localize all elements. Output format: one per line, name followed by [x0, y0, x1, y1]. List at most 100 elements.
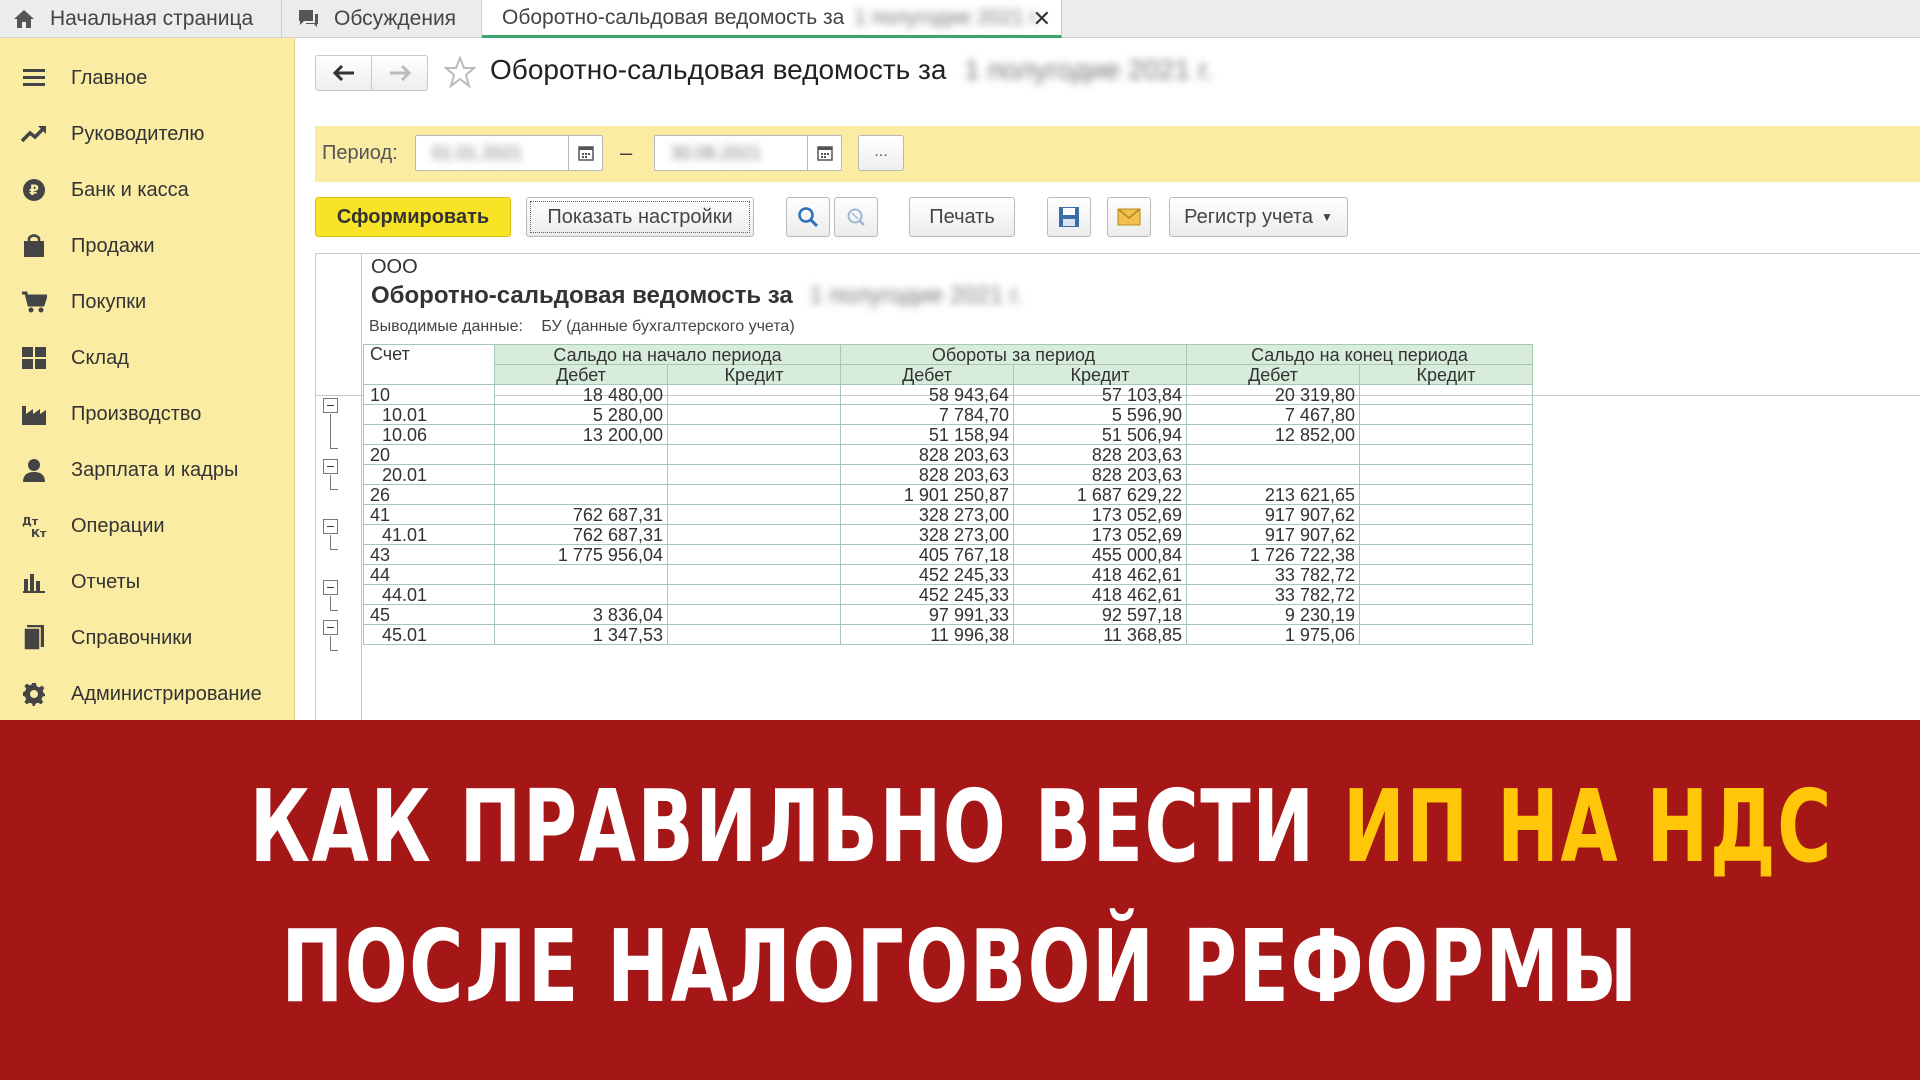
opening-debit-cell[interactable] [494, 564, 668, 585]
closing-debit-cell[interactable]: 917 907,62 [1186, 524, 1360, 545]
table-row[interactable]: 45.01 1 347,53 11 996,38 11 368,85 1 975,06 [363, 624, 1533, 645]
opening-credit-cell[interactable] [667, 384, 841, 405]
opening-credit-cell[interactable] [667, 464, 841, 485]
sidebar-item-purchases[interactable]: Покупки [0, 274, 295, 330]
account-cell[interactable]: 20.01 [363, 464, 495, 485]
opening-credit-cell[interactable] [667, 604, 841, 625]
turnover-credit-cell[interactable]: 11 368,85 [1013, 624, 1187, 645]
favorite-star-icon[interactable] [443, 55, 477, 93]
closing-credit-cell[interactable] [1359, 424, 1533, 445]
turnover-debit-cell[interactable]: 828 203,63 [840, 444, 1014, 465]
closing-debit-cell[interactable] [1186, 444, 1360, 465]
turnover-credit-cell[interactable]: 51 506,94 [1013, 424, 1187, 445]
collapse-toggle-icon[interactable] [323, 458, 338, 474]
register-dropdown[interactable]: Регистр учета ▼ [1169, 197, 1348, 237]
account-cell[interactable]: 10.06 [363, 424, 495, 445]
turnover-debit-cell[interactable]: 452 245,33 [840, 584, 1014, 605]
collapse-toggle-icon[interactable] [323, 620, 338, 636]
account-cell[interactable]: 10 [363, 384, 495, 405]
tab-home[interactable]: Начальная страница [0, 0, 282, 38]
opening-credit-cell[interactable] [667, 444, 841, 465]
calendar-icon[interactable] [807, 136, 841, 170]
closing-debit-cell[interactable]: 213 621,65 [1186, 484, 1360, 505]
generate-button[interactable]: Сформировать [315, 197, 511, 237]
turnover-debit-cell[interactable]: 97 991,33 [840, 604, 1014, 625]
collapse-toggle-icon[interactable] [323, 519, 338, 535]
opening-credit-cell[interactable] [667, 584, 841, 605]
turnover-credit-cell[interactable]: 173 052,69 [1013, 504, 1187, 525]
opening-debit-cell[interactable]: 762 687,31 [494, 524, 668, 545]
date-from-field[interactable]: 01.01.2021 [415, 135, 603, 171]
table-row[interactable]: 44.01 452 245,33 418 462,61 33 782,72 [363, 584, 1533, 605]
table-row[interactable]: 20 828 203,63 828 203,63 [363, 444, 1533, 465]
closing-credit-cell[interactable] [1359, 524, 1533, 545]
opening-debit-cell[interactable] [494, 584, 668, 605]
closing-credit-cell[interactable] [1359, 544, 1533, 565]
cancel-search-button[interactable] [834, 197, 878, 237]
closing-credit-cell[interactable] [1359, 444, 1533, 465]
account-cell[interactable]: 41 [363, 504, 495, 525]
collapse-toggle-icon[interactable] [323, 398, 338, 413]
table-row[interactable]: 10.06 13 200,00 51 158,94 51 506,94 12 852,0… [363, 424, 1533, 445]
account-cell[interactable]: 44 [363, 564, 495, 585]
closing-credit-cell[interactable] [1359, 384, 1533, 405]
closing-debit-cell[interactable]: 20 319,80 [1186, 384, 1360, 405]
opening-credit-cell[interactable] [667, 564, 841, 585]
opening-credit-cell[interactable] [667, 624, 841, 645]
opening-debit-cell[interactable]: 18 480,00 [494, 384, 668, 405]
turnover-credit-cell[interactable]: 92 597,18 [1013, 604, 1187, 625]
opening-debit-cell[interactable]: 13 200,00 [494, 424, 668, 445]
sidebar-item-bank[interactable]: ₽ Банк и касса [0, 162, 295, 218]
table-row[interactable]: 26 1 901 250,87 1 687 629,22 213 621,65 [363, 484, 1533, 505]
closing-debit-cell[interactable]: 1 726 722,38 [1186, 544, 1360, 565]
account-cell[interactable]: 44.01 [363, 584, 495, 605]
sidebar-item-main[interactable]: Главное [0, 50, 295, 106]
turnover-credit-cell[interactable]: 5 596,90 [1013, 404, 1187, 425]
turnover-debit-cell[interactable]: 11 996,38 [840, 624, 1014, 645]
tab-discussions[interactable]: Обсуждения [282, 0, 482, 38]
opening-debit-cell[interactable] [494, 484, 668, 505]
sidebar-item-operations[interactable]: Дт Кт Операции [0, 498, 295, 554]
turnover-credit-cell[interactable]: 828 203,63 [1013, 444, 1187, 465]
opening-debit-cell[interactable]: 1 775 956,04 [494, 544, 668, 565]
table-row[interactable]: 41.01 762 687,31 328 273,00 173 052,69 917 9… [363, 524, 1533, 545]
closing-debit-cell[interactable]: 12 852,00 [1186, 424, 1360, 445]
collapse-toggle-icon[interactable] [323, 579, 338, 595]
account-cell[interactable]: 41.01 [363, 524, 495, 545]
account-cell[interactable]: 10.01 [363, 404, 495, 425]
forward-button[interactable] [371, 56, 427, 90]
turnover-debit-cell[interactable]: 405 767,18 [840, 544, 1014, 565]
opening-credit-cell[interactable] [667, 524, 841, 545]
opening-debit-cell[interactable]: 762 687,31 [494, 504, 668, 525]
turnover-credit-cell[interactable]: 173 052,69 [1013, 524, 1187, 545]
table-row[interactable]: 10 18 480,00 58 943,64 57 103,84 20 319,80 [363, 384, 1533, 405]
turnover-credit-cell[interactable]: 418 462,61 [1013, 564, 1187, 585]
table-row[interactable]: 44 452 245,33 418 462,61 33 782,72 [363, 564, 1533, 585]
account-cell[interactable]: 45.01 [363, 624, 495, 645]
closing-credit-cell[interactable] [1359, 584, 1533, 605]
send-email-button[interactable] [1107, 197, 1151, 237]
sidebar-item-manager[interactable]: Руководителю [0, 106, 295, 162]
tab-report[interactable]: Оборотно-сальдовая ведомость за 1 полуго… [482, 0, 1062, 38]
closing-debit-cell[interactable]: 917 907,62 [1186, 504, 1360, 525]
opening-debit-cell[interactable] [494, 464, 668, 485]
calendar-icon[interactable] [568, 136, 602, 170]
opening-debit-cell[interactable]: 5 280,00 [494, 404, 668, 425]
table-row[interactable]: 10.01 5 280,00 7 784,70 5 596,90 7 467,80 [363, 404, 1533, 425]
account-cell[interactable]: 43 [363, 544, 495, 565]
turnover-credit-cell[interactable]: 57 103,84 [1013, 384, 1187, 405]
date-to-field[interactable]: 30.06.2021 [654, 135, 842, 171]
opening-credit-cell[interactable] [667, 504, 841, 525]
turnover-debit-cell[interactable]: 452 245,33 [840, 564, 1014, 585]
table-row[interactable]: 41 762 687,31 328 273,00 173 052,69 917 907,… [363, 504, 1533, 525]
closing-credit-cell[interactable] [1359, 404, 1533, 425]
sidebar-item-salary[interactable]: Зарплата и кадры [0, 442, 295, 498]
report-area[interactable]: ООО Оборотно-сальдовая ведомость за 1 по… [315, 253, 1920, 720]
table-row[interactable]: 20.01 828 203,63 828 203,63 [363, 464, 1533, 485]
closing-debit-cell[interactable]: 33 782,72 [1186, 584, 1360, 605]
turnover-credit-cell[interactable]: 418 462,61 [1013, 584, 1187, 605]
turnover-debit-cell[interactable]: 58 943,64 [840, 384, 1014, 405]
turnover-debit-cell[interactable]: 7 784,70 [840, 404, 1014, 425]
closing-credit-cell[interactable] [1359, 484, 1533, 505]
account-cell[interactable]: 26 [363, 484, 495, 505]
